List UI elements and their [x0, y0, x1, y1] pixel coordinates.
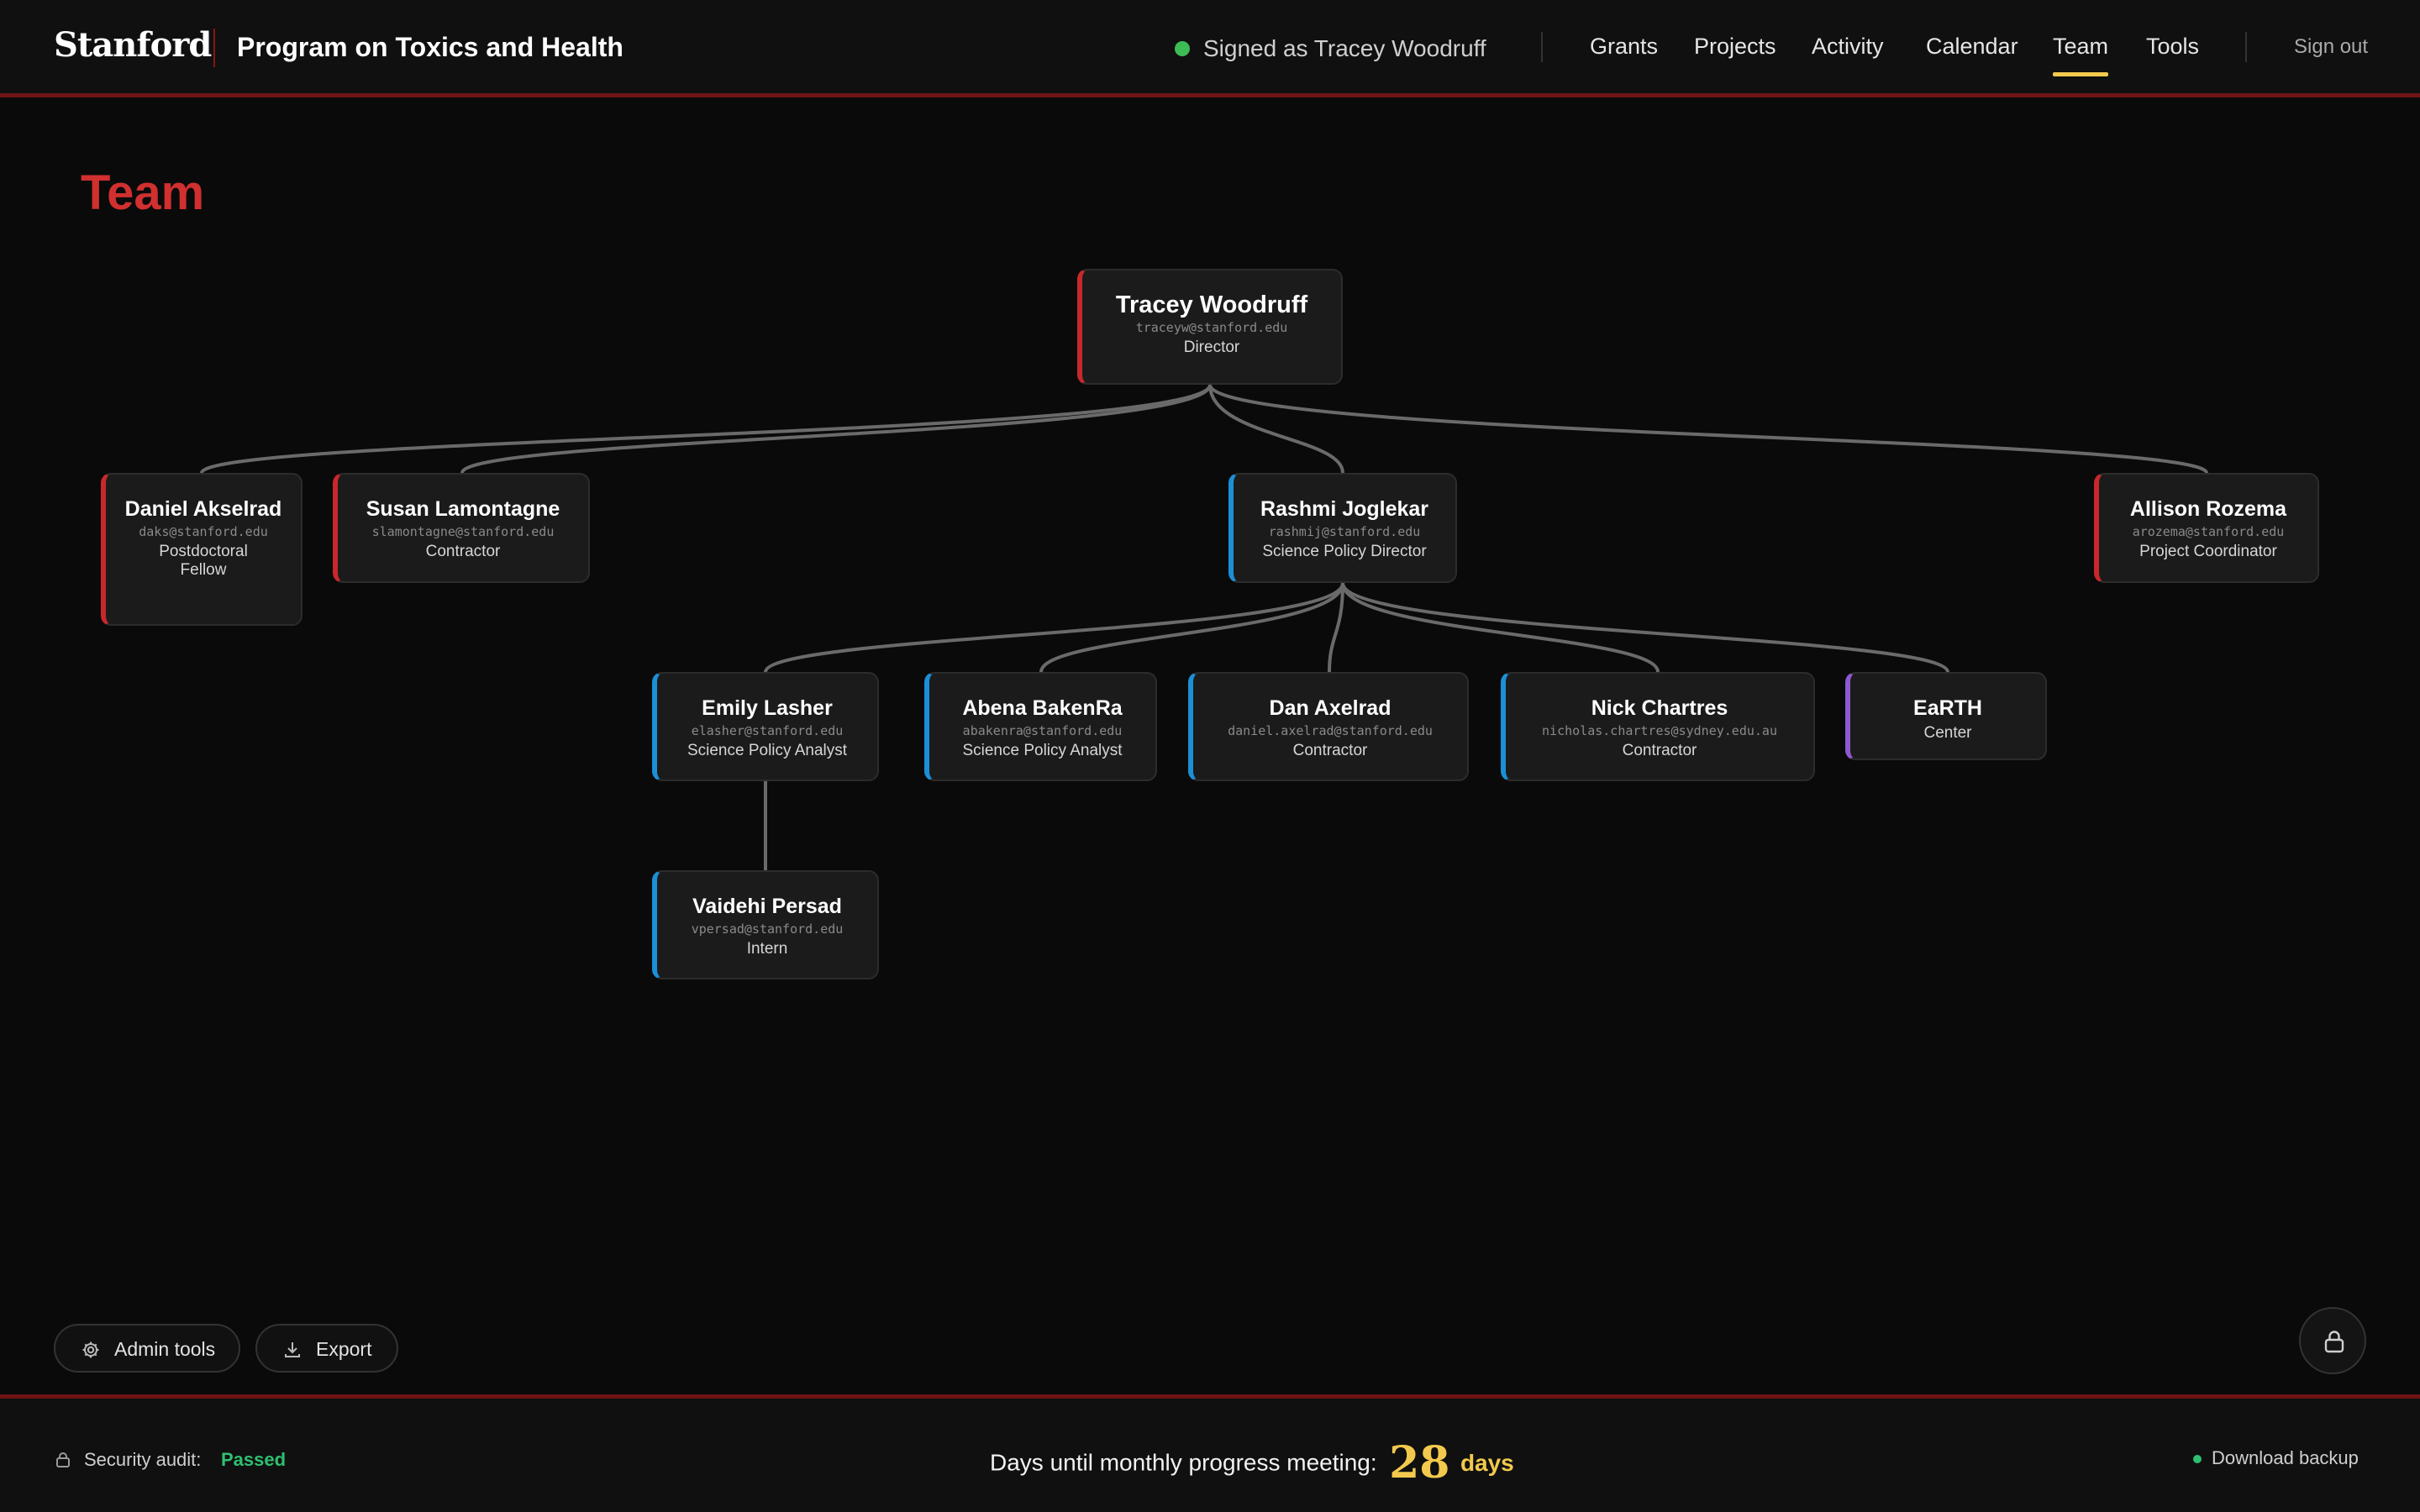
team-node-rashmi-joglekar[interactable]: Rashmi Joglekar rashmij@stanford.edu Sci…: [1228, 473, 1457, 583]
sign-out-link[interactable]: Sign out: [2294, 35, 2368, 59]
link-rashmi-dan: [1328, 582, 1344, 673]
member-role: Project Coordinator: [2139, 543, 2277, 560]
member-name: Nick Chartres: [1591, 696, 1728, 720]
member-name: Tracey Woodruff: [1115, 291, 1308, 318]
lock-icon: [2324, 1331, 2344, 1353]
member-email: elasher@stanford.edu: [691, 723, 844, 738]
link-root-rashmi: [1208, 384, 1344, 474]
app-title: Program on Toxics and Health: [237, 32, 623, 62]
member-role: Science Policy Analyst: [687, 742, 848, 759]
gear-icon: [82, 1341, 99, 1358]
member-name: Abena BakenRa: [962, 696, 1123, 720]
meeting-countdown-unit: days: [1460, 1449, 1514, 1476]
member-name: EaRTH: [1913, 696, 1982, 720]
member-role: Science Policy Director: [1262, 543, 1427, 560]
member-role: Contractor: [1292, 742, 1368, 759]
member-name: Emily Lasher: [702, 696, 833, 720]
nav-projects[interactable]: Projects: [1694, 34, 1776, 60]
team-node-vaidehi-persad[interactable]: Vaidehi Persad vpersad@stanford.edu Inte…: [652, 870, 879, 979]
lock-button[interactable]: [2299, 1307, 2366, 1374]
member-name: Susan Lamontagne: [366, 497, 560, 521]
member-email: vpersad@stanford.edu: [691, 921, 844, 937]
security-audit-label: Security audit:: [84, 1449, 202, 1470]
member-email: slamontagne@stanford.edu: [371, 524, 555, 539]
online-status-icon: [1175, 41, 1190, 56]
link-root-allison: [1208, 384, 2208, 475]
nav-calendar[interactable]: Calendar: [1926, 34, 2018, 60]
admin-tools-button[interactable]: Admin tools: [54, 1324, 240, 1373]
team-node-tracey-woodruff[interactable]: Tracey Woodruff traceyw@stanford.edu Dir…: [1077, 269, 1343, 385]
member-role: Director: [1183, 339, 1240, 356]
member-email: abakenra@stanford.edu: [962, 723, 1123, 738]
logo-divider: [213, 29, 215, 67]
member-email: daniel.axelrad@stanford.edu: [1228, 723, 1433, 738]
member-name: Dan Axelrad: [1269, 696, 1392, 720]
nav-tools[interactable]: Tools: [2146, 34, 2199, 60]
meeting-countdown-days: 28: [1389, 1437, 1450, 1488]
backup-status-icon: [2193, 1455, 2202, 1463]
member-name: Rashmi Joglekar: [1260, 497, 1429, 521]
signed-in-user: Signed as Tracey Woodruff: [1203, 35, 1486, 61]
lock-icon: [56, 1452, 70, 1467]
member-email: nicholas.chartres@sydney.edu.au: [1542, 723, 1777, 738]
stanford-logo[interactable]: Stanford: [54, 25, 212, 65]
member-role: Intern: [746, 940, 788, 958]
member-role: Contractor: [425, 543, 501, 560]
footer-bar: Security audit: Passed Days until monthl…: [0, 1394, 2420, 1512]
team-node-emily-lasher[interactable]: Emily Lasher elasher@stanford.edu Scienc…: [652, 672, 879, 781]
team-node-nick-chartres[interactable]: Nick Chartres nicholas.chartres@sydney.e…: [1501, 672, 1815, 781]
member-email: daks@stanford.edu: [139, 524, 268, 539]
export-button[interactable]: Export: [255, 1324, 398, 1373]
nav-activity[interactable]: Activity: [1812, 34, 1884, 60]
export-label: Export: [316, 1338, 372, 1360]
page-title: Team: [81, 165, 205, 220]
security-audit-status: Passed: [221, 1449, 287, 1470]
member-email: arozema@stanford.edu: [2132, 524, 2285, 539]
meeting-countdown-label: Days until monthly progress meeting:: [990, 1449, 1377, 1476]
member-email: traceyw@stanford.edu: [1135, 320, 1288, 335]
top-bar: Stanford Program on Toxics and Health Si…: [0, 0, 2420, 97]
member-role: Postdoctoral Fellow: [159, 543, 248, 579]
nav-divider: [1541, 32, 1543, 62]
team-node-daniel-akselrad[interactable]: Daniel Akselrad daks@stanford.edu Postdo…: [101, 473, 302, 626]
admin-tools-label: Admin tools: [114, 1338, 216, 1360]
download-backup-link[interactable]: Download backup: [2212, 1447, 2359, 1469]
team-node-allison-rozema[interactable]: Allison Rozema arozema@stanford.edu Proj…: [2094, 473, 2319, 583]
member-role: Center: [1923, 724, 1972, 742]
nav-divider: [2245, 32, 2247, 62]
nav-grants[interactable]: Grants: [1590, 34, 1658, 60]
link-rashmi-abena: [1039, 582, 1344, 673]
team-node-abena-bakenra[interactable]: Abena BakenRa abakenra@stanford.edu Scie…: [924, 672, 1157, 781]
download-icon: [285, 1342, 300, 1357]
link-rashmi-emily: [764, 582, 1344, 673]
link-root-susan: [460, 384, 1212, 474]
member-name: Daniel Akselrad: [124, 497, 282, 521]
link-rashmi-nick: [1341, 582, 1660, 673]
member-role: Science Policy Analyst: [962, 742, 1123, 759]
link-rashmi-earth: [1341, 582, 1949, 673]
link-root-daniel: [200, 384, 1212, 475]
member-role: Contractor: [1622, 742, 1697, 759]
member-name: Allison Rozema: [2129, 497, 2287, 521]
meeting-countdown: Days until monthly progress meeting: 28 …: [990, 1437, 1514, 1488]
member-name: Vaidehi Persad: [692, 895, 842, 918]
nav-team[interactable]: Team: [2053, 34, 2109, 76]
team-node-dan-axelrad[interactable]: Dan Axelrad daniel.axelrad@stanford.edu …: [1188, 672, 1469, 781]
team-node-susan-lamontagne[interactable]: Susan Lamontagne slamontagne@stanford.ed…: [333, 473, 590, 583]
member-email: rashmij@stanford.edu: [1268, 524, 1421, 539]
team-node-earth-center[interactable]: EaRTH Center: [1845, 672, 2047, 760]
